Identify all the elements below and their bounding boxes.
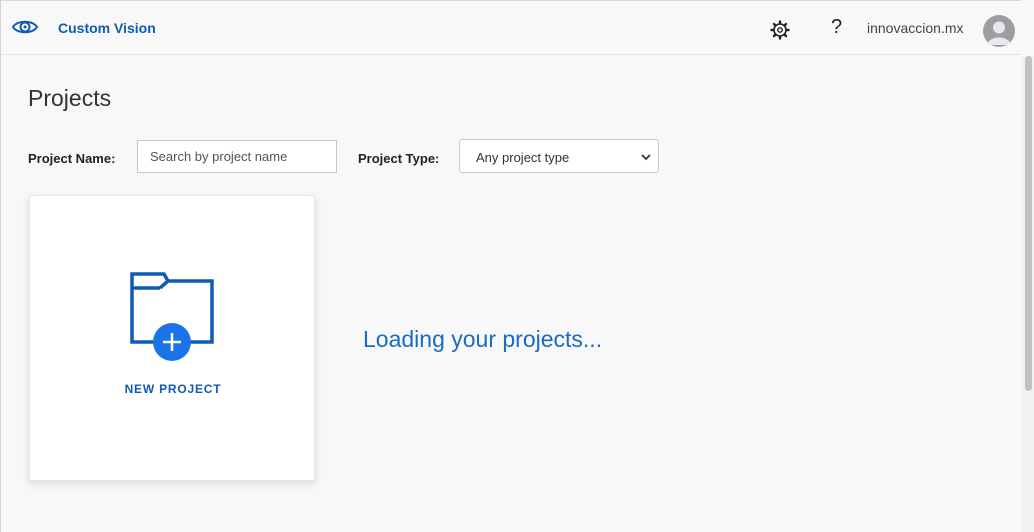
project-type-selected-value: Any project type xyxy=(476,150,570,165)
search-input[interactable] xyxy=(137,140,337,173)
new-project-label: NEW PROJECT xyxy=(124,382,222,396)
new-folder-icon xyxy=(130,272,220,362)
project-name-label: Project Name: xyxy=(28,151,116,166)
settings-gear-icon[interactable] xyxy=(770,20,790,40)
scrollbar-thumb[interactable] xyxy=(1025,56,1032,391)
page-title: Projects xyxy=(28,85,112,111)
help-icon[interactable]: ? xyxy=(831,16,842,39)
eye-icon[interactable] xyxy=(11,15,39,39)
project-type-select[interactable]: Any project type xyxy=(459,139,659,173)
page: Custom Vision ? innovaccion.mx Projects … xyxy=(0,0,1034,532)
project-type-label: Project Type: xyxy=(358,151,440,166)
app-name[interactable]: Custom Vision xyxy=(58,20,156,36)
avatar[interactable] xyxy=(983,15,1015,47)
user-name[interactable]: innovaccion.mx xyxy=(867,20,964,36)
new-project-card[interactable]: NEW PROJECT xyxy=(29,195,315,481)
loading-status-text: Loading your projects... xyxy=(363,326,603,352)
top-navigation-bar: Custom Vision ? innovaccion.mx xyxy=(1,0,1021,55)
vertical-scrollbar[interactable] xyxy=(1021,56,1034,532)
chevron-down-icon xyxy=(640,150,652,162)
